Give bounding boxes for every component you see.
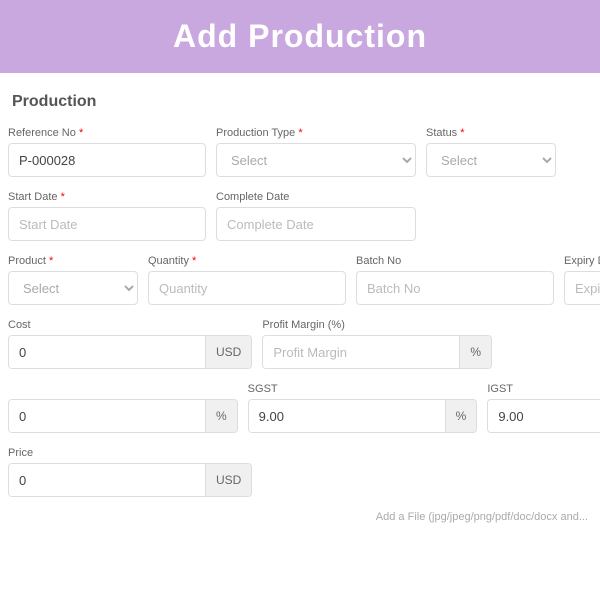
form-container: Production Reference No * Production Typ…: [0, 93, 600, 543]
label-cost: Cost: [8, 319, 252, 331]
row-price: Price USD: [8, 447, 592, 497]
group-quantity: Quantity *: [148, 255, 346, 305]
input-price[interactable]: [9, 464, 205, 496]
group-price: Price USD: [8, 447, 252, 497]
row-cost-profit: Cost USD Profit Margin (%) %: [8, 319, 592, 369]
page-title: Add Production: [0, 18, 600, 55]
row-product: Product * Select Quantity * Batch No Exp…: [8, 255, 592, 305]
group-profit-margin: Profit Margin (%) %: [262, 319, 492, 369]
input-expiry-date[interactable]: [564, 271, 600, 305]
addon-percent-left: %: [205, 400, 237, 432]
group-expiry-date: Expiry Date: [564, 255, 600, 305]
label-batch-no: Batch No: [356, 255, 554, 267]
input-left-percent[interactable]: [9, 400, 205, 432]
row-dates: Start Date * Complete Date: [8, 191, 592, 241]
page-header: Add Production: [0, 0, 600, 73]
label-product: Product *: [8, 255, 138, 267]
label-sgst: SGST: [248, 383, 478, 395]
input-sgst[interactable]: [249, 400, 445, 432]
input-quantity[interactable]: [148, 271, 346, 305]
addon-usd-price: USD: [205, 464, 251, 496]
group-complete-date: Complete Date: [216, 191, 416, 241]
label-reference-no: Reference No *: [8, 127, 206, 139]
input-start-date[interactable]: [8, 207, 206, 241]
input-reference-no[interactable]: [8, 143, 206, 177]
group-product: Product * Select: [8, 255, 138, 305]
addon-usd-cost: USD: [205, 336, 251, 368]
input-addon-profit: %: [262, 335, 492, 369]
addon-percent-profit: %: [459, 336, 491, 368]
input-addon-igst: %: [487, 399, 600, 433]
label-start-date: Start Date *: [8, 191, 206, 203]
input-profit-margin[interactable]: [263, 336, 459, 368]
select-production-type[interactable]: Select: [216, 143, 416, 177]
label-production-type: Production Type *: [216, 127, 416, 139]
input-igst[interactable]: [488, 400, 600, 432]
label-price: Price: [8, 447, 252, 459]
input-cost[interactable]: [9, 336, 205, 368]
group-production-type: Production Type * Select: [216, 127, 416, 177]
group-reference-no: Reference No *: [8, 127, 206, 177]
group-left-percent: %: [8, 395, 238, 433]
file-hint: Add a File (jpg/jpeg/png/pdf/doc/docx an…: [8, 511, 592, 523]
input-addon-cost: USD: [8, 335, 252, 369]
input-complete-date[interactable]: [216, 207, 416, 241]
group-sgst: SGST %: [248, 383, 478, 433]
row-sgst-igst: % SGST % IGST %: [8, 383, 592, 433]
input-addon-sgst: %: [248, 399, 478, 433]
label-quantity: Quantity *: [148, 255, 346, 267]
label-igst: IGST: [487, 383, 600, 395]
group-igst: IGST %: [487, 383, 600, 433]
addon-percent-sgst: %: [445, 400, 477, 432]
select-status[interactable]: Select: [426, 143, 556, 177]
group-start-date: Start Date *: [8, 191, 206, 241]
label-profit-margin: Profit Margin (%): [262, 319, 492, 331]
row-reference: Reference No * Production Type * Select …: [8, 127, 592, 177]
label-status: Status *: [426, 127, 556, 139]
select-product[interactable]: Select: [8, 271, 138, 305]
group-status: Status * Select: [426, 127, 556, 177]
label-expiry-date: Expiry Date: [564, 255, 600, 267]
section-title: Production: [8, 93, 592, 111]
group-batch-no: Batch No: [356, 255, 554, 305]
group-cost: Cost USD: [8, 319, 252, 369]
input-addon-left-percent: %: [8, 399, 238, 433]
input-batch-no[interactable]: [356, 271, 554, 305]
input-addon-price: USD: [8, 463, 252, 497]
label-complete-date: Complete Date: [216, 191, 416, 203]
